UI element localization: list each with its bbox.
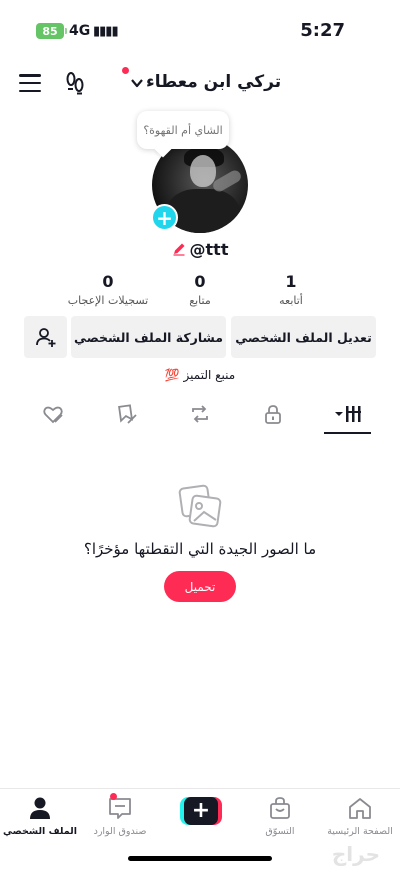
nav-profile-label: الملف الشخصي (2, 826, 77, 837)
stat-likes-label: تسجيلات الإعجاب (67, 294, 149, 307)
battery-indicator: 85 (36, 23, 67, 39)
profile-top-bar: تركي ابن معطاء (0, 64, 400, 104)
lock-icon (265, 405, 281, 424)
username-notification-dot (122, 67, 129, 74)
photos-placeholder-icon (178, 484, 222, 528)
network-type: 4G (69, 23, 91, 39)
tab-videos[interactable] (325, 396, 371, 432)
status-time: 5:27 (300, 20, 345, 41)
add-friend-button[interactable] (24, 316, 67, 358)
home-icon (349, 798, 371, 819)
create-button[interactable]: + (180, 797, 222, 825)
hundred-emoji-icon: 💯 (164, 368, 180, 382)
nav-shop-label: التسوّق (265, 826, 295, 837)
profile-note-bubble[interactable]: الشاي أم القهوة؟ (137, 111, 229, 149)
repost-icon (192, 405, 208, 423)
shop-icon (270, 797, 290, 819)
nav-home[interactable]: الصفحة الرئيسية (320, 795, 400, 837)
bio-text: منبع التميز (183, 368, 236, 382)
empty-state-title: ما الصور الجيدة التي التقطتها مؤخرًا؟ (83, 540, 317, 558)
tab-liked[interactable] (30, 396, 76, 432)
inbox-notification-dot (110, 793, 117, 800)
upload-button[interactable]: تحميل (164, 571, 236, 602)
tab-private[interactable] (250, 396, 296, 432)
pencil-icon[interactable] (172, 242, 186, 256)
add-user-icon (35, 328, 55, 347)
watermark-logo: حراج (331, 842, 380, 866)
nav-profile[interactable]: الملف الشخصي (0, 795, 80, 837)
nav-inbox-label: صندوق الوارد (93, 826, 147, 837)
add-story-plus-icon[interactable]: + (151, 204, 178, 231)
bio-line: منبع التميز 💯 (0, 368, 400, 382)
content-tabs (0, 396, 400, 434)
nav-shop[interactable]: التسوّق (240, 795, 320, 837)
profile-stats: 1 أتابعه 0 متابع 0 تسجيلات الإعجاب (0, 272, 400, 312)
handle-row: @ttt (0, 237, 400, 261)
menu-icon[interactable] (18, 72, 42, 94)
chevron-down-icon[interactable] (130, 76, 144, 90)
nav-inbox[interactable]: صندوق الوارد (80, 793, 160, 837)
active-tab-indicator (324, 432, 371, 434)
favorites-icon (118, 404, 137, 424)
share-profile-button[interactable]: مشاركة الملف الشخصي (71, 316, 226, 358)
status-bar: 85 4G ▮▮▮▮ 5:27 (0, 0, 400, 62)
stat-likes[interactable]: 0 تسجيلات الإعجاب (53, 272, 163, 307)
tab-reposts[interactable] (177, 396, 223, 432)
tab-favorites[interactable] (104, 396, 150, 432)
stat-likes-value: 0 (102, 272, 114, 291)
edit-profile-button[interactable]: تعديل الملف الشخصي (231, 316, 376, 358)
grid-icon (335, 406, 361, 422)
profile-handle: @ttt (189, 239, 229, 259)
plus-icon: + (184, 797, 218, 825)
account-username[interactable]: تركي ابن معطاء (146, 72, 281, 92)
nav-home-label: الصفحة الرئيسية (327, 826, 393, 837)
footprint-icon[interactable] (64, 71, 86, 95)
home-indicator (128, 856, 272, 861)
signal-icon: ▮▮▮▮ (93, 24, 119, 39)
profile-icon (30, 797, 50, 819)
liked-icon (43, 406, 63, 424)
